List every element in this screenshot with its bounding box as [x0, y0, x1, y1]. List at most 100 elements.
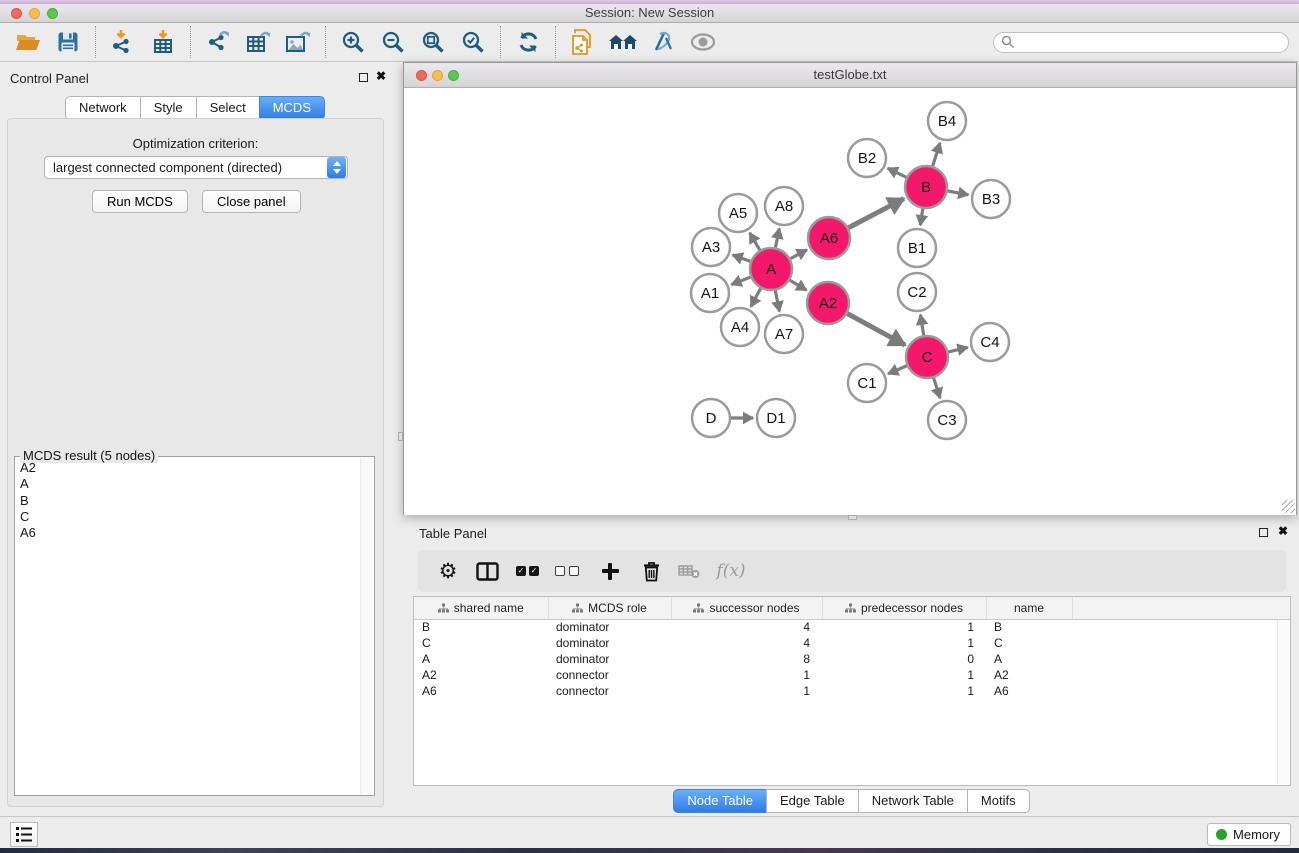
network-canvas[interactable]: AA6A2BCA5A8A3A1A4A7B2B4B3B1C2C4C1C3DD1: [404, 89, 1296, 515]
table-header-row[interactable]: shared nameMCDS rolesuccessor nodesprede…: [414, 597, 1290, 619]
table-cell[interactable]: 0: [822, 651, 986, 667]
export-table-icon[interactable]: [238, 25, 278, 59]
table-cell[interactable]: 1: [822, 635, 986, 651]
table-cell[interactable]: 1: [671, 683, 822, 699]
table-cell[interactable]: 4: [671, 635, 822, 651]
table-row[interactable]: Cdominator41C: [414, 635, 1290, 651]
table-row[interactable]: Adominator80A: [414, 651, 1290, 667]
export-image-icon[interactable]: [278, 25, 318, 59]
show-graphics-details-eye-icon[interactable]: [683, 25, 723, 59]
optimization-criterion-select[interactable]: largest connected component (directed): [44, 156, 348, 179]
graph-edge-A-A8[interactable]: [775, 229, 779, 248]
graph-node-C2[interactable]: C2: [898, 273, 936, 311]
zoom-in-icon[interactable]: [333, 25, 373, 59]
graph-edge-A-A7[interactable]: [775, 291, 779, 312]
network-overview-houses-icon[interactable]: [603, 25, 643, 59]
table-cell[interactable]: dominator: [548, 619, 671, 635]
table-cell[interactable]: B: [414, 619, 548, 635]
mcds-result-item[interactable]: B: [20, 493, 358, 509]
table-cell[interactable]: 4: [671, 619, 822, 635]
mcds-result-item[interactable]: A6: [20, 525, 358, 541]
graph-edge-A-A6[interactable]: [790, 250, 807, 259]
graph-node-D1[interactable]: D1: [757, 399, 795, 437]
task-history-button[interactable]: [10, 822, 38, 847]
column-header-name[interactable]: name: [986, 597, 1072, 619]
table-cell[interactable]: connector: [548, 667, 671, 683]
table-cell[interactable]: 1: [822, 619, 986, 635]
table-cell[interactable]: A2: [986, 667, 1072, 683]
table-scrollbar[interactable]: [1277, 620, 1289, 784]
graph-node-C[interactable]: C: [906, 336, 948, 378]
column-header-shared-name[interactable]: shared name: [414, 597, 548, 619]
apply-function-icon[interactable]: f(x): [707, 556, 755, 586]
table-cell[interactable]: 1: [822, 667, 986, 683]
mcds-result-item[interactable]: A: [20, 476, 358, 492]
save-session-icon[interactable]: [48, 25, 88, 59]
window-resize-grip[interactable]: [1282, 500, 1295, 513]
close-panel-icon[interactable]: [376, 69, 386, 83]
mcds-result-scrollbar[interactable]: [360, 458, 373, 794]
export-network-icon[interactable]: [198, 25, 238, 59]
table-row[interactable]: A6connector11A6: [414, 683, 1290, 699]
hide-graphics-details-icon[interactable]: [643, 25, 683, 59]
tab-select[interactable]: Select: [196, 96, 260, 120]
tab-style[interactable]: Style: [140, 96, 197, 120]
table-cell[interactable]: A2: [414, 667, 548, 683]
graph-node-A8[interactable]: A8: [765, 187, 803, 225]
table-cell[interactable]: dominator: [548, 635, 671, 651]
network-zoom-button[interactable]: [448, 70, 459, 81]
close-panel-button[interactable]: Close panel: [202, 190, 301, 213]
close-panel-icon[interactable]: [1278, 524, 1288, 538]
import-table-icon[interactable]: [143, 25, 183, 59]
graph-node-A4[interactable]: A4: [721, 308, 759, 346]
zoom-selected-icon[interactable]: [453, 25, 493, 59]
tab-motifs[interactable]: Motifs: [967, 789, 1030, 813]
graph-node-B1[interactable]: B1: [898, 229, 936, 267]
graph-edge-A-A1[interactable]: [731, 277, 750, 285]
zoom-window-button[interactable]: [47, 8, 58, 19]
table-cell[interactable]: dominator: [548, 651, 671, 667]
graph-node-B2[interactable]: B2: [848, 139, 886, 177]
run-mcds-button[interactable]: Run MCDS: [92, 190, 188, 213]
tab-edge-table[interactable]: Edge Table: [766, 789, 859, 813]
graph-node-A1[interactable]: A1: [691, 274, 729, 312]
zoom-fit-icon[interactable]: [413, 25, 453, 59]
tab-node-table[interactable]: Node Table: [673, 789, 767, 813]
close-window-button[interactable]: [11, 8, 22, 19]
open-file-icon[interactable]: [8, 25, 48, 59]
graph-node-D[interactable]: D: [692, 399, 730, 437]
graph-edge-B-B4[interactable]: [933, 143, 940, 166]
mcds-result-item[interactable]: C: [20, 509, 358, 525]
graph-edge-A-A4[interactable]: [751, 288, 761, 306]
graph-node-C1[interactable]: C1: [848, 364, 886, 402]
graph-node-A3[interactable]: A3: [692, 228, 730, 266]
zoom-out-icon[interactable]: [373, 25, 413, 59]
graph-edge-B-B3[interactable]: [948, 191, 969, 195]
deselect-all-columns-icon[interactable]: [549, 556, 589, 586]
network-close-button[interactable]: [416, 70, 427, 81]
graph-node-B[interactable]: B: [905, 166, 947, 208]
memory-button[interactable]: Memory: [1207, 823, 1291, 846]
split-panel-columns-icon[interactable]: [465, 556, 509, 586]
graph-node-A[interactable]: A: [750, 248, 792, 290]
graph-node-A5[interactable]: A5: [719, 194, 757, 232]
table-options-gear-icon[interactable]: [431, 556, 465, 586]
graph-edge-C-C2[interactable]: [920, 315, 923, 336]
table-row[interactable]: Bdominator41B: [414, 619, 1290, 635]
graph-edge-A-A3[interactable]: [733, 255, 751, 262]
column-header-MCDS-role[interactable]: MCDS role: [548, 597, 671, 619]
tab-network-table[interactable]: Network Table: [858, 789, 968, 813]
graph-edge-B-B2[interactable]: [888, 168, 907, 177]
graph-node-A7[interactable]: A7: [765, 315, 803, 353]
table-cell[interactable]: 1: [822, 683, 986, 699]
graph-edge-A-A5[interactable]: [750, 233, 760, 250]
column-header-successor-nodes[interactable]: successor nodes: [671, 597, 822, 619]
graph-edge-A-A2[interactable]: [790, 280, 807, 290]
table-cell[interactable]: connector: [548, 683, 671, 699]
table-cell[interactable]: B: [986, 619, 1072, 635]
graph-node-A2[interactable]: A2: [807, 282, 849, 324]
table-cell[interactable]: C: [414, 635, 548, 651]
graph-node-B4[interactable]: B4: [928, 102, 966, 140]
delete-columns-trash-icon[interactable]: [631, 556, 671, 586]
table-cell[interactable]: A: [986, 651, 1072, 667]
